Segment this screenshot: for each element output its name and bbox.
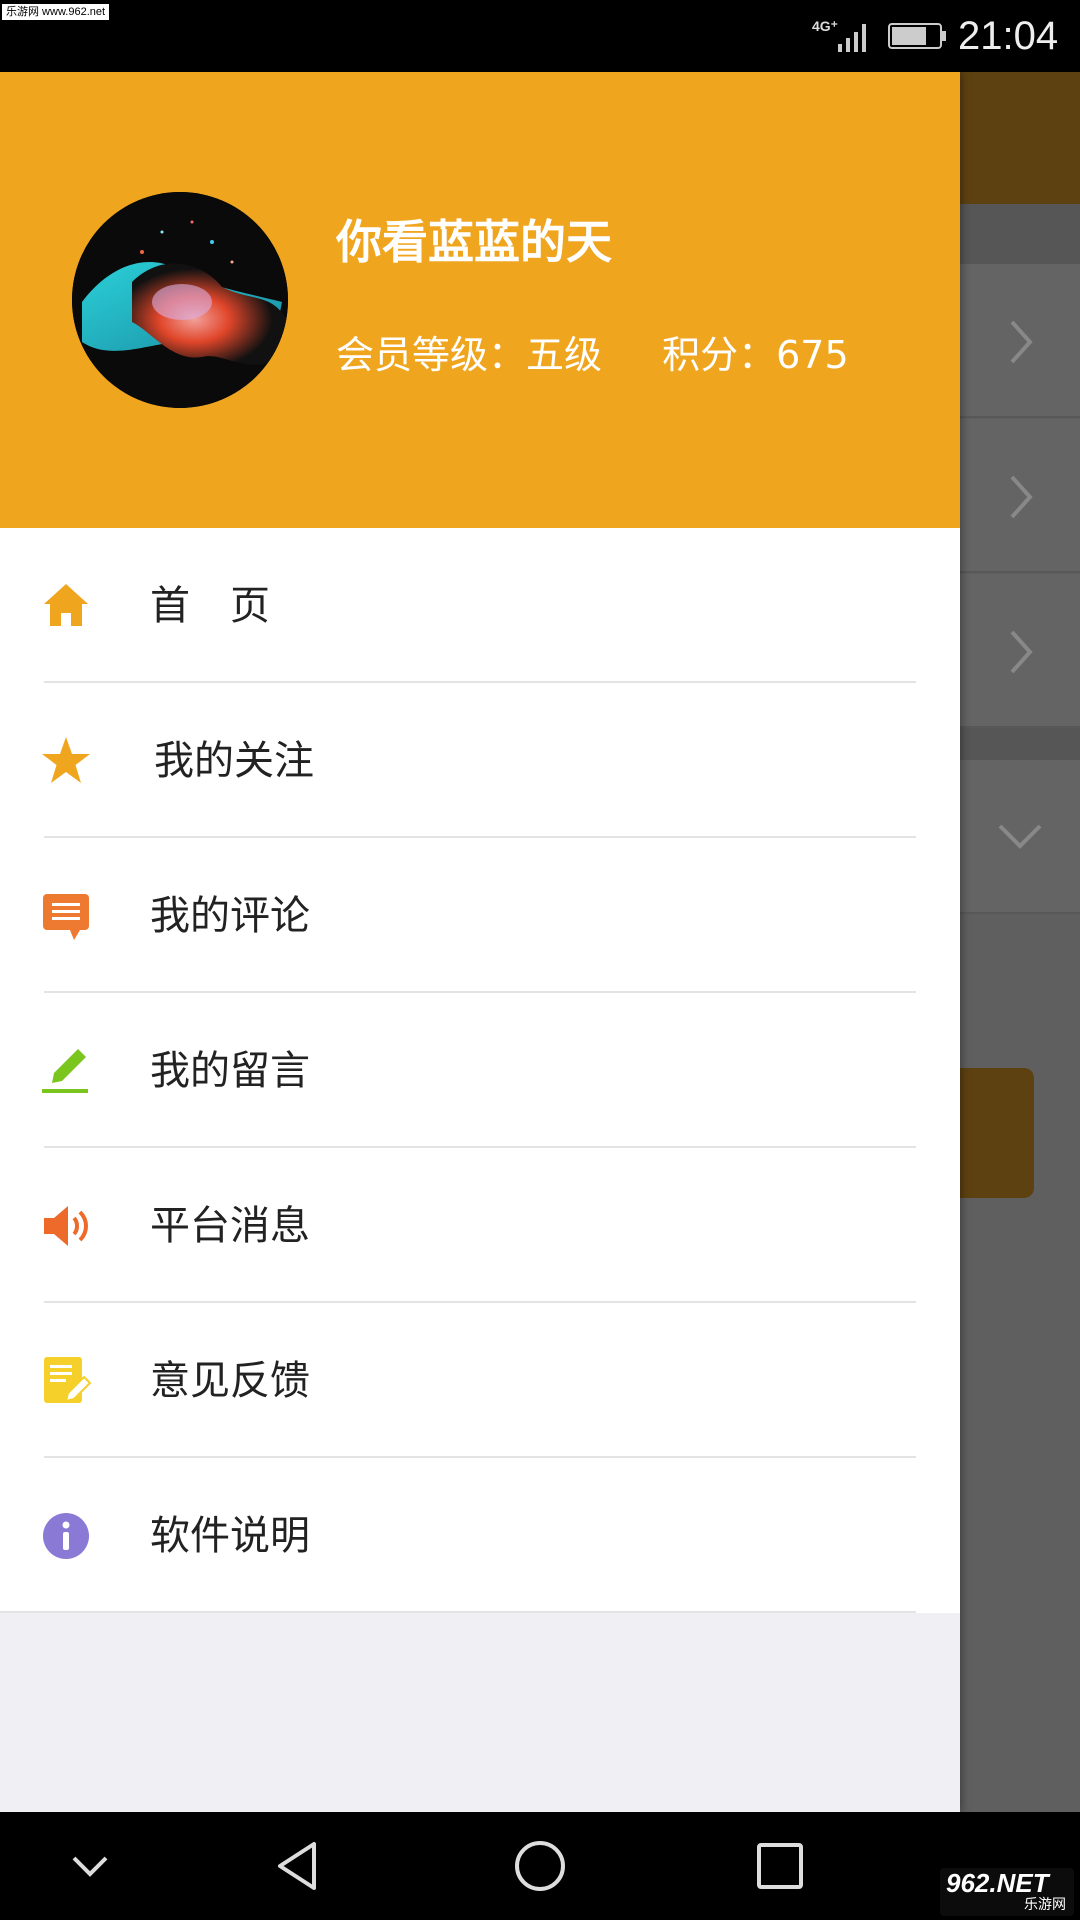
menu-item-label: 平台消息	[150, 1203, 310, 1249]
battery-icon	[888, 23, 946, 49]
comment-icon	[43, 894, 89, 940]
info-icon	[43, 1513, 89, 1559]
watermark-sub: 乐游网	[1024, 1897, 1066, 1913]
menu-item-label: 首 页	[150, 583, 270, 629]
profile-header: 你看蓝蓝的天 会员等级：五级 积分：675	[0, 72, 960, 528]
chevron-down-icon[interactable]	[60, 1836, 120, 1896]
chevron-right-icon	[1010, 475, 1033, 519]
chevron-right-icon	[1010, 630, 1033, 674]
clock: 21:04	[958, 14, 1059, 58]
menu-item-label: 意见反馈	[150, 1358, 310, 1404]
avatar[interactable]	[72, 192, 288, 408]
pencil-icon	[42, 1049, 88, 1093]
username: 你看蓝蓝的天	[336, 215, 612, 269]
navigation-drawer: 你看蓝蓝的天 会员等级：五级 积分：675 首 页 我的关注 我的评论 我的留言…	[0, 72, 960, 1812]
menu-item-label: 我的评论	[150, 893, 310, 939]
menu-item-feedback[interactable]: 意见反馈	[0, 1303, 960, 1458]
member-info: 会员等级：五级 积分：675	[336, 330, 849, 380]
chevron-right-icon	[1010, 320, 1033, 364]
menu-item-messages[interactable]: 我的留言	[0, 993, 960, 1148]
menu-item-about[interactable]: 软件说明	[0, 1458, 960, 1613]
chevron-down-icon	[998, 824, 1042, 849]
menu-list: 首 页 我的关注 我的评论 我的留言 平台消息 意见反馈 软件说明	[0, 528, 960, 1613]
network-type: 4G⁺	[812, 18, 839, 34]
menu-item-platform-news[interactable]: 平台消息	[0, 1148, 960, 1303]
system-nav-bar	[0, 1812, 1080, 1920]
home-icon	[44, 584, 88, 626]
menu-item-label: 我的留言	[150, 1048, 310, 1094]
signal-icon	[838, 24, 866, 52]
avatar-image	[72, 192, 288, 408]
back-icon[interactable]	[270, 1836, 330, 1896]
home-circle-icon[interactable]	[510, 1836, 570, 1896]
speaker-icon	[44, 1206, 88, 1246]
recents-icon[interactable]	[750, 1836, 810, 1896]
points: 积分：675	[662, 333, 849, 377]
menu-item-comments[interactable]: 我的评论	[0, 838, 960, 993]
member-level: 会员等级：五级	[336, 333, 603, 377]
star-icon	[42, 737, 90, 783]
feedback-icon	[44, 1357, 92, 1403]
screen: 乐游网 www.962.net 4G⁺ 21:04 你看蓝蓝的天 会员等级：五级…	[0, 0, 1080, 1920]
watermark-logo: 962.NET 乐游网	[940, 1868, 1074, 1916]
menu-item-label: 软件说明	[150, 1513, 310, 1559]
status-bar: 乐游网 www.962.net 4G⁺ 21:04	[0, 0, 1080, 72]
menu-item-following[interactable]: 我的关注	[0, 683, 960, 838]
menu-item-label: 我的关注	[154, 738, 314, 784]
watermark-label: 乐游网 www.962.net	[2, 4, 110, 20]
menu-item-home[interactable]: 首 页	[0, 528, 960, 683]
